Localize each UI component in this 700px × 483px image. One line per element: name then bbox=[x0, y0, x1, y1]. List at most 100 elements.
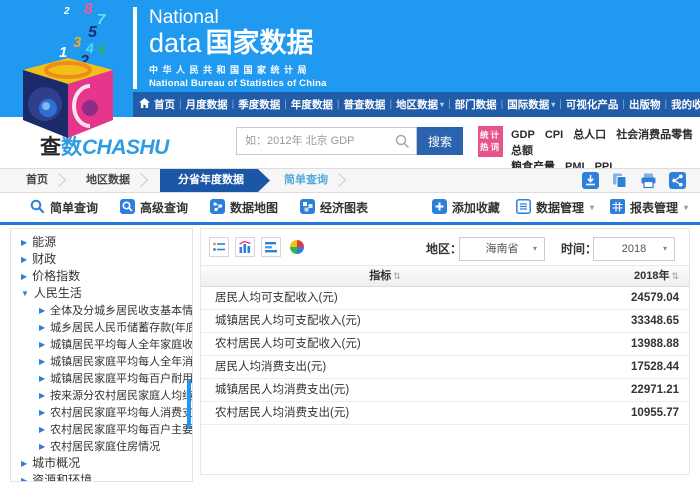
search-input[interactable] bbox=[237, 128, 416, 154]
tree-item-energy[interactable]: ▶能源 bbox=[11, 234, 192, 251]
breadcrumb-simple-query[interactable]: 简单查询 bbox=[270, 169, 352, 192]
hot-badge-line1: 统计 bbox=[478, 129, 503, 141]
nav-item-home[interactable]: 首页 bbox=[139, 97, 175, 112]
tree-label: 全体及分城乡居民收支基本情况(新口径) bbox=[50, 305, 192, 317]
nav-label: 季度数据 bbox=[238, 97, 280, 112]
brand-data-text: data bbox=[149, 28, 202, 58]
nav-item-regional[interactable]: 地区数据▾ bbox=[396, 97, 444, 112]
map-icon bbox=[210, 199, 225, 217]
search-button[interactable]: 搜索 bbox=[417, 127, 463, 155]
hot-words-line1: GDPCPI总人口社会消费品零售总额 bbox=[511, 127, 700, 159]
tree-item-resources-environment[interactable]: ▶资源和环境 bbox=[11, 472, 192, 482]
advanced-query-button[interactable]: 高级查询 bbox=[120, 199, 188, 217]
table-view-icon[interactable] bbox=[209, 237, 229, 257]
tree-item[interactable]: ▶城乡居民人民币储蓄存款(年底余额) bbox=[11, 319, 192, 336]
nav-item-publications[interactable]: 出版物 bbox=[629, 97, 661, 112]
tree-item-peoples-life[interactable]: ▼人民生活 bbox=[11, 285, 192, 302]
tree-label: 财政 bbox=[32, 252, 56, 266]
economic-charts-button[interactable]: 经济图表 bbox=[300, 199, 368, 217]
hot-word[interactable]: GDP bbox=[511, 129, 535, 141]
tree-label: 城乡居民人民币储蓄存款(年底余额) bbox=[50, 322, 192, 334]
nav-label: 我的收藏 bbox=[671, 97, 700, 112]
nav-item-monthly[interactable]: 月度数据 bbox=[186, 97, 228, 112]
indicator-tree: ▶能源 ▶财政 ▶价格指数 ▼人民生活 ▶全体及分城乡居民收支基本情况(新口径)… bbox=[10, 228, 193, 482]
nav-item-international[interactable]: 国际数据▾ bbox=[507, 97, 555, 112]
bar-chart-view-icon[interactable] bbox=[235, 237, 255, 257]
page-action-icons bbox=[582, 172, 686, 189]
hot-word[interactable]: 总人口 bbox=[573, 129, 606, 141]
nav-item-quarterly[interactable]: 季度数据 bbox=[238, 97, 280, 112]
table-row: 居民人均消费支出(元)17528.44 bbox=[201, 356, 689, 379]
nav-label: 部门数据 bbox=[455, 97, 497, 112]
copy-icon[interactable] bbox=[611, 172, 628, 189]
tree-item[interactable]: ▶城镇居民家庭平均每百户耐用消费品拥有量 bbox=[11, 370, 192, 387]
breadcrumb-provincial-annual[interactable]: 分省年度数据 bbox=[160, 169, 270, 192]
tree-label: 按来源分农村居民家庭人均纯收入 bbox=[50, 390, 192, 402]
hbar-chart-view-icon[interactable] bbox=[261, 237, 281, 257]
tree-item[interactable]: ▶农村居民家庭平均每百户主要耐用消费品拥有量 bbox=[11, 421, 192, 438]
nav-item-census[interactable]: 普查数据 bbox=[343, 97, 385, 112]
region-value: 海南省 bbox=[486, 243, 519, 255]
search-icon[interactable] bbox=[395, 134, 410, 154]
brand-line1: National bbox=[149, 7, 327, 28]
chart-tiles-icon bbox=[300, 199, 315, 217]
nav-label: 首页 bbox=[154, 97, 175, 112]
nav-item-departmental[interactable]: 部门数据 bbox=[455, 97, 497, 112]
tree-item[interactable]: ▶农村居民家庭平均每人消费支出 bbox=[11, 404, 192, 421]
nav-label: 年度数据 bbox=[291, 97, 333, 112]
download-icon[interactable] bbox=[582, 172, 599, 189]
decor-digit: 6 bbox=[98, 42, 105, 57]
tree-label: 农村居民家庭平均每百户主要耐用消费品拥有量 bbox=[50, 424, 192, 436]
nav-item-visualization[interactable]: 可视化产品 bbox=[566, 97, 619, 112]
tree-label: 能源 bbox=[32, 235, 56, 249]
column-header-indicator[interactable]: 指标⇅ bbox=[201, 266, 569, 286]
nav-separator: | bbox=[179, 99, 182, 110]
column-header-year[interactable]: 2018年⇅ bbox=[569, 266, 689, 286]
simple-query-button[interactable]: 简单查询 bbox=[30, 199, 98, 217]
tree-item[interactable]: ▶按来源分农村居民家庭人均纯收入 bbox=[11, 387, 192, 404]
nav-separator: | bbox=[337, 99, 340, 110]
print-icon[interactable] bbox=[640, 172, 657, 189]
breadcrumb-regional-data[interactable]: 地区数据 bbox=[72, 169, 154, 192]
sort-icon: ⇅ bbox=[671, 271, 679, 281]
tree-item-price-index[interactable]: ▶价格指数 bbox=[11, 268, 192, 285]
toolbar-label: 经济图表 bbox=[320, 199, 368, 216]
tree-item[interactable]: ▶全体及分城乡居民收支基本情况(新口径) bbox=[11, 302, 192, 319]
magnifier-icon bbox=[30, 199, 45, 217]
time-label: 时间： bbox=[561, 237, 597, 261]
tree-expanded-icon: ▼ bbox=[21, 289, 29, 298]
tree-item[interactable]: ▶城镇居民平均每人全年家庭收入来源 bbox=[11, 336, 192, 353]
nav-separator: | bbox=[622, 99, 625, 110]
toolbar-label: 数据管理 bbox=[536, 199, 584, 216]
nav-item-favorites[interactable]: 我的收藏 bbox=[671, 97, 700, 112]
nav-separator: | bbox=[284, 99, 287, 110]
data-management-button[interactable]: 数据管理 ▾ bbox=[516, 199, 594, 217]
tree-label: 城市概况 bbox=[32, 456, 80, 470]
hot-word[interactable]: CPI bbox=[545, 129, 563, 141]
tree-item[interactable]: ▶农村居民家庭住房情况 bbox=[11, 438, 192, 455]
tree-item[interactable]: ▶城镇居民家庭平均每人全年消费性支出 bbox=[11, 353, 192, 370]
time-select[interactable]: 2018 ▾ bbox=[593, 237, 675, 261]
nav-label: 普查数据 bbox=[343, 97, 385, 112]
nav-separator: | bbox=[559, 99, 562, 110]
tree-item-finance[interactable]: ▶财政 bbox=[11, 251, 192, 268]
tree-collapsed-icon: ▶ bbox=[21, 272, 27, 281]
breadcrumb-home[interactable]: 首页 bbox=[12, 169, 72, 192]
home-icon bbox=[139, 98, 150, 111]
add-favorite-button[interactable]: 添加收藏 bbox=[432, 199, 500, 217]
time-value: 2018 bbox=[622, 243, 646, 255]
value-cell: 13988.88 bbox=[569, 333, 689, 355]
data-map-button[interactable]: 数据地图 bbox=[210, 199, 278, 217]
tree-scrollbar-thumb[interactable] bbox=[187, 379, 191, 429]
value-cell: 22971.21 bbox=[569, 379, 689, 401]
hot-words-badge: 统计 热词 bbox=[478, 126, 503, 157]
report-management-button[interactable]: 报表管理 ▾ bbox=[610, 199, 688, 217]
share-icon[interactable] bbox=[669, 172, 686, 189]
grid-icon bbox=[610, 199, 625, 217]
region-select[interactable]: 海南省 ▾ bbox=[459, 237, 545, 261]
tree-item-city-overview[interactable]: ▶城市概况 bbox=[11, 455, 192, 472]
pie-chart-view-icon[interactable] bbox=[287, 237, 307, 257]
nav-item-annual[interactable]: 年度数据 bbox=[291, 97, 333, 112]
nav-separator: | bbox=[448, 99, 451, 110]
indicator-cell: 农村居民人均可支配收入(元) bbox=[201, 333, 569, 355]
